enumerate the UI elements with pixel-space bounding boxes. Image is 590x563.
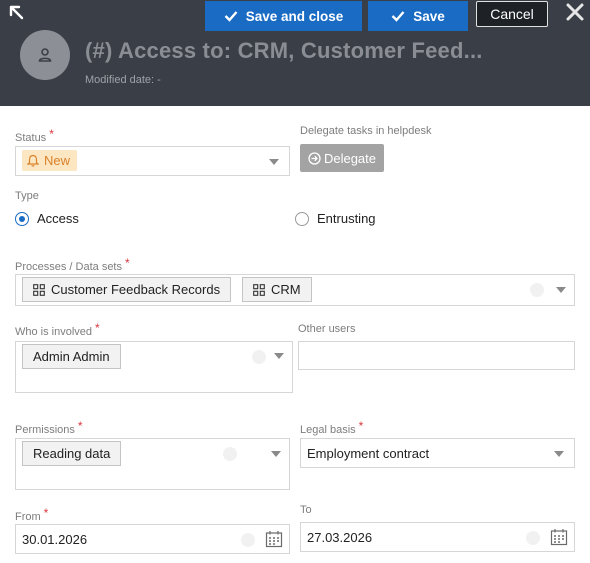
delegate-button-label: Delegate [323, 150, 377, 166]
permissions-label: Permissions * [15, 419, 83, 436]
calendar-icon[interactable] [550, 528, 568, 546]
checkmark-icon [224, 11, 238, 22]
modified-date: Modified date: - [85, 74, 161, 86]
user-icon [38, 48, 52, 62]
type-label: Type [15, 190, 39, 202]
cancel-label: Cancel [490, 6, 534, 22]
arrow-circle-right-icon [308, 151, 321, 165]
cancel-button[interactable]: Cancel [476, 1, 548, 27]
who-involved-label: Who is involved * [15, 321, 100, 338]
dataset-grid-icon [253, 283, 265, 296]
collapse-arrow-icon[interactable] [8, 4, 26, 22]
status-value: New [44, 153, 71, 168]
checkmark-icon [391, 11, 405, 22]
process-chip[interactable]: CRM [242, 277, 312, 302]
page-title: (#) Access to: CRM, Customer Feed... [85, 38, 483, 63]
close-icon[interactable] [564, 1, 586, 23]
radio-access[interactable] [15, 212, 29, 226]
process-chip[interactable]: Customer Feedback Records [22, 277, 232, 302]
legal-basis-select[interactable]: Employment contract [300, 438, 575, 468]
save-and-close-label: Save and close [245, 8, 344, 24]
status-label: Status * [15, 127, 54, 144]
legal-basis-label: Legal basis * [300, 419, 364, 436]
save-button[interactable]: Save [368, 1, 468, 31]
calendar-icon[interactable] [265, 530, 283, 548]
bell-icon [27, 154, 39, 167]
record-header: Save and close Save Cancel (#) Access to… [0, 0, 590, 106]
radio-entrusting-label: Entrusting [317, 211, 376, 226]
involved-chip-label: Admin Admin [33, 349, 110, 364]
legal-basis-value: Employment contract [307, 446, 430, 461]
from-date-input[interactable]: 30.01.2026 [15, 524, 290, 554]
processes-label: Processes / Data sets * [15, 256, 130, 273]
permission-chip[interactable]: Reading data [22, 441, 122, 466]
dataset-grid-icon [33, 283, 45, 296]
avatar [20, 30, 70, 80]
other-users-label: Other users [298, 323, 356, 335]
save-and-close-button[interactable]: Save and close [205, 1, 362, 31]
clear-icon[interactable] [530, 283, 544, 297]
clear-icon[interactable] [252, 350, 266, 364]
status-badge: New [22, 150, 78, 171]
radio-entrusting[interactable] [295, 212, 309, 226]
clear-icon[interactable] [526, 531, 540, 545]
to-date-value: 27.03.2026 [307, 530, 373, 545]
process-chip-label: CRM [271, 282, 301, 297]
other-users-input[interactable] [298, 341, 575, 370]
clear-icon[interactable] [241, 533, 255, 547]
clear-icon[interactable] [223, 447, 237, 461]
delegate-button[interactable]: Delegate [300, 144, 384, 172]
process-chip-label: Customer Feedback Records [51, 282, 221, 297]
from-label: From * [15, 506, 49, 523]
delegate-label: Delegate tasks in helpdesk [300, 125, 432, 137]
from-date-value: 30.01.2026 [22, 532, 88, 547]
involved-chip[interactable]: Admin Admin [22, 344, 121, 369]
permission-chip-label: Reading data [33, 446, 111, 461]
save-label: Save [413, 8, 445, 24]
radio-access-label: Access [37, 211, 79, 226]
to-label: To [300, 504, 312, 516]
to-date-input[interactable]: 27.03.2026 [300, 522, 575, 552]
